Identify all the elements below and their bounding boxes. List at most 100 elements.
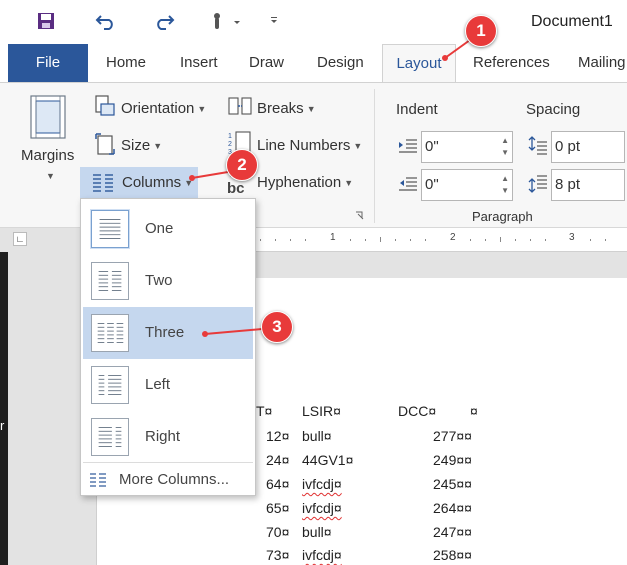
margins-button[interactable]: Margins [21,147,74,164]
columns-option-label: Three [145,324,185,341]
svg-text:2: 2 [228,141,232,148]
spacing-before-value: 0 pt [555,138,581,155]
spin-down-icon[interactable]: ▼ [501,149,509,157]
two-columns-icon [91,262,129,300]
table-cell-name: bull¤ [302,524,332,540]
columns-option-label: Right [145,428,181,445]
columns-option-two[interactable]: Two [83,255,253,307]
save-icon[interactable] [37,12,55,30]
tab-insert[interactable]: Insert [180,44,218,82]
hyphenation-button[interactable]: Hyphenation ▼ [257,174,353,191]
orientation-label: Orientation [121,100,195,117]
table-cell-name: ivfcdj¤ [302,476,342,492]
table-header-cell: T¤ [256,403,273,419]
table-cell-name: bull¤ [302,428,332,444]
size-label: Size [121,137,151,154]
table-cell-dcc: 264¤¤ [433,500,472,516]
breaks-dropdown-icon: ▼ [306,104,316,115]
callout-3: 3 [261,311,293,343]
columns-option-label: Two [145,272,173,289]
margins-dropdown-icon[interactable]: ▼ [46,171,55,181]
size-dropdown-icon: ▼ [153,141,163,152]
undo-icon[interactable] [95,12,117,30]
orientation-button[interactable]: Orientation ▼ [121,100,206,117]
indent-right-value: 0" [425,176,439,193]
right-column-icon [91,418,129,456]
tab-references[interactable]: References [473,44,550,82]
table-cell-number: 65¤ [266,500,290,516]
size-icon[interactable] [95,133,115,155]
page-setup-launcher-icon[interactable] [355,211,364,220]
left-edge-text: r [0,418,5,433]
group-separator [374,89,375,223]
table-header-cell: DCC¤ [398,403,437,419]
left-window-edge [0,252,8,565]
columns-dropdown-menu: One Two Three Left Right More Columns... [80,198,256,496]
svg-text:bc: bc [227,180,245,195]
touch-mode-icon[interactable] [210,12,242,32]
spin-up-icon[interactable]: ▲ [501,137,509,145]
columns-option-label: One [145,220,174,237]
indent-right-input[interactable]: 0" ▲ ▼ [421,169,513,201]
indent-label: Indent [396,101,438,118]
more-columns-item[interactable]: More Columns... [85,469,255,493]
columns-option-three[interactable]: Three [83,307,253,359]
table-cell-number: 24¤ [266,452,290,468]
breaks-label: Breaks [257,100,304,117]
columns-icon[interactable] [92,172,114,192]
table-cell-name: ivfcdj¤ [302,547,342,563]
line-numbers-dropdown-icon: ▼ [353,141,363,152]
spacing-before-input[interactable]: 0 pt [551,131,625,163]
more-columns-label: More Columns... [119,471,230,488]
tab-selector-icon[interactable]: ∟ [13,232,27,246]
spacing-after-value: 8 pt [555,176,581,193]
table-cell-name: ivfcdj¤ [302,500,342,516]
columns-option-left[interactable]: Left [83,359,253,411]
tab-design[interactable]: Design [317,44,364,82]
columns-dropdown-icon: ▼ [184,178,194,189]
table-cell-dcc: 277¤¤ [433,428,472,444]
columns-button[interactable]: Columns ▼ [122,174,193,191]
ruler-ticks [260,237,606,242]
svg-text:1: 1 [228,133,232,140]
tab-layout[interactable]: Layout [382,44,456,83]
breaks-icon[interactable] [228,97,252,115]
hyphenation-label: Hyphenation [257,174,342,191]
spin-down-icon[interactable]: ▼ [501,187,509,195]
callout-1: 1 [465,15,497,47]
orientation-icon[interactable] [93,95,115,117]
indent-left-input[interactable]: 0" ▲ ▼ [421,131,513,163]
table-cell-dcc: 247¤¤ [433,524,472,540]
size-button[interactable]: Size ▼ [121,137,162,154]
table-cell-dcc: 249¤¤ [433,452,472,468]
spacing-label: Spacing [526,101,581,118]
ribbon-tabs: File Home Insert Draw Design Layout Refe… [0,44,627,83]
tab-home[interactable]: Home [106,44,146,82]
breaks-button[interactable]: Breaks ▼ [257,100,316,117]
table-cell-dcc: 258¤¤ [433,547,472,563]
orientation-dropdown-icon: ▼ [197,104,207,115]
line-numbers-label: Line Numbers [257,137,351,154]
spin-up-icon[interactable]: ▲ [501,175,509,183]
spacing-after-input[interactable]: 8 pt [551,169,625,201]
table-header-cell: LSIR¤ [302,403,341,419]
columns-option-right[interactable]: Right [83,411,253,463]
table-cell-number: 70¤ [266,524,290,540]
columns-label: Columns [122,174,182,191]
margins-icon[interactable] [30,95,66,139]
redo-icon[interactable] [153,12,175,30]
line-numbers-button[interactable]: Line Numbers ▼ [257,137,362,154]
table-cell-dcc: 245¤¤ [433,476,472,492]
tab-file[interactable]: File [8,44,88,82]
more-columns-icon [90,473,106,487]
three-columns-icon [91,314,129,352]
tab-mailings[interactable]: Mailing [578,44,626,82]
callout-2: 2 [226,149,258,181]
tab-draw[interactable]: Draw [249,44,284,82]
document-title: Document1 [531,13,613,30]
menu-separator [83,462,253,463]
columns-option-label: Left [145,376,171,393]
customize-qat-icon[interactable] [270,16,278,24]
columns-option-one[interactable]: One [83,203,253,255]
table-cell-number: 12¤ [266,428,290,444]
